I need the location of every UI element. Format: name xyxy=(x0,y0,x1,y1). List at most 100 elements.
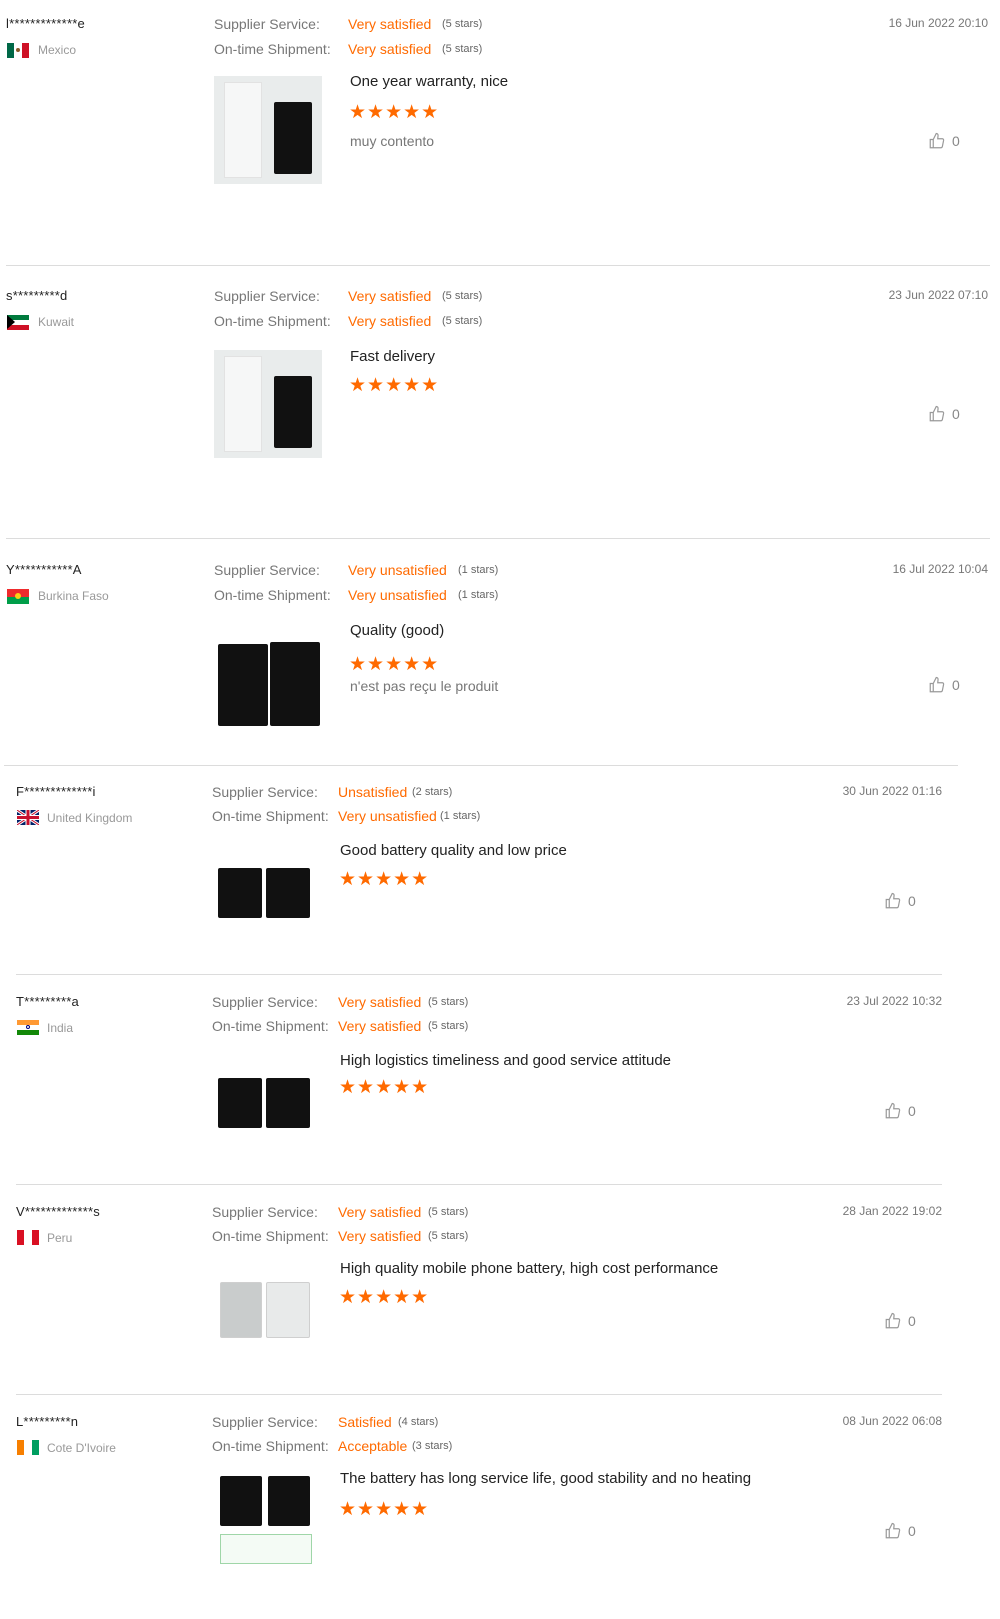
ontime-shipment-value: Very satisfied xyxy=(348,313,432,329)
star-rating: ★★★★★ xyxy=(349,102,440,123)
review-date: 23 Jun 2022 07:10 xyxy=(888,288,988,302)
review-title: High quality mobile phone battery, high … xyxy=(340,1260,719,1277)
thumbs-up-icon xyxy=(885,1312,901,1329)
flag-kuwait-icon xyxy=(7,315,29,330)
review-photo[interactable] xyxy=(214,624,322,732)
supplier-service-label: Supplier Service: xyxy=(212,1414,318,1430)
supplier-service-stars: (1 stars) xyxy=(458,564,499,576)
flag-united-kingdom-icon xyxy=(17,810,39,825)
supplier-service-value: Very satisfied xyxy=(348,16,432,32)
thumbs-up-icon xyxy=(929,132,945,149)
review-date: 16 Jul 2022 10:04 xyxy=(892,562,988,576)
supplier-service-value: Very unsatisfied xyxy=(348,562,447,578)
reviewer-name: Y***********A xyxy=(6,562,82,577)
review-date: 08 Jun 2022 06:08 xyxy=(842,1414,942,1428)
star-rating: ★★★★★ xyxy=(339,1287,430,1308)
supplier-service-label: Supplier Service: xyxy=(214,562,320,578)
supplier-service-label: Supplier Service: xyxy=(214,16,320,32)
flag-peru-icon xyxy=(17,1230,39,1245)
ontime-shipment-stars: (5 stars) xyxy=(428,1020,469,1032)
ontime-shipment-value: Acceptable xyxy=(338,1438,408,1454)
reviewer-country: India xyxy=(47,1021,74,1035)
review-date: 16 Jun 2022 20:10 xyxy=(888,16,988,30)
review-title: Good battery quality and low price xyxy=(340,842,567,859)
supplier-service-label: Supplier Service: xyxy=(212,1204,318,1220)
review-divider xyxy=(16,1184,942,1185)
review-photo[interactable] xyxy=(216,1076,312,1130)
review-divider xyxy=(4,765,958,766)
thumbs-up-icon xyxy=(885,1102,901,1119)
star-rating: ★★★★★ xyxy=(349,654,440,675)
like-count: 0 xyxy=(952,406,960,422)
review-title: The battery has long service life, good … xyxy=(340,1470,752,1487)
review-title: One year warranty, nice xyxy=(350,73,509,90)
flag-cote-divoire-icon xyxy=(17,1440,39,1455)
star-rating: ★★★★★ xyxy=(349,375,440,396)
like-button[interactable]: 0 xyxy=(884,1102,916,1120)
ontime-shipment-stars: (1 stars) xyxy=(458,589,499,601)
reviewer-country: United Kingdom xyxy=(47,811,133,825)
review-date: 30 Jun 2022 01:16 xyxy=(842,784,942,798)
ontime-shipment-value: Very satisfied xyxy=(348,41,432,57)
like-button[interactable]: 0 xyxy=(928,405,960,423)
like-count: 0 xyxy=(908,1523,916,1539)
reviewer-name: T*********a xyxy=(16,994,79,1009)
review-photo[interactable] xyxy=(216,866,312,920)
review-photo[interactable] xyxy=(214,76,322,184)
review-item: l*************e Mexico Supplier Service:… xyxy=(0,0,1000,270)
supplier-service-label: Supplier Service: xyxy=(212,784,318,800)
ontime-shipment-stars: (3 stars) xyxy=(412,1440,453,1452)
ontime-shipment-value: Very unsatisfied xyxy=(338,808,437,824)
like-button[interactable]: 0 xyxy=(884,1312,916,1330)
review-item: F*************i United Kingdom Supplier … xyxy=(0,770,1000,980)
star-rating: ★★★★★ xyxy=(339,1077,430,1098)
ontime-shipment-stars: (1 stars) xyxy=(440,810,481,822)
review-photo[interactable] xyxy=(216,1278,312,1342)
like-count: 0 xyxy=(952,133,960,149)
ontime-shipment-label: On-time Shipment: xyxy=(214,313,331,329)
star-rating: ★★★★★ xyxy=(339,869,430,890)
review-divider xyxy=(6,265,990,266)
reviewer-name: L*********n xyxy=(16,1414,79,1429)
reviewer-name: V*************s xyxy=(16,1204,100,1219)
ontime-shipment-label: On-time Shipment: xyxy=(212,1228,329,1244)
like-button[interactable]: 0 xyxy=(928,676,960,694)
thumbs-up-icon xyxy=(885,1522,901,1539)
supplier-service-stars: (5 stars) xyxy=(428,1206,469,1218)
ontime-shipment-stars: (5 stars) xyxy=(442,43,483,55)
like-count: 0 xyxy=(908,893,916,909)
flag-burkina-faso-icon xyxy=(7,589,29,604)
reviewer-country: Burkina Faso xyxy=(38,589,109,603)
like-count: 0 xyxy=(952,677,960,693)
like-button[interactable]: 0 xyxy=(884,892,916,910)
reviewer-country: Cote D'Ivoire xyxy=(47,1441,116,1455)
supplier-service-stars: (4 stars) xyxy=(398,1416,439,1428)
ontime-shipment-label: On-time Shipment: xyxy=(214,41,331,57)
reviewer-country: Mexico xyxy=(38,43,77,57)
like-button[interactable]: 0 xyxy=(884,1522,916,1540)
review-date: 23 Jul 2022 10:32 xyxy=(846,994,942,1008)
review-date: 28 Jan 2022 19:02 xyxy=(842,1204,942,1218)
review-comment: muy contento xyxy=(350,133,435,149)
thumbs-up-icon xyxy=(885,892,901,909)
ontime-shipment-label: On-time Shipment: xyxy=(214,587,331,603)
ontime-shipment-label: On-time Shipment: xyxy=(212,808,329,824)
like-count: 0 xyxy=(908,1103,916,1119)
review-item: Y***********A Burkina Faso Supplier Serv… xyxy=(0,546,1000,766)
thumbs-up-icon xyxy=(929,405,945,422)
reviewer-name: l*************e xyxy=(6,16,85,31)
review-photo[interactable] xyxy=(214,1472,314,1568)
supplier-service-stars: (5 stars) xyxy=(442,18,483,30)
supplier-service-value: Very satisfied xyxy=(338,994,422,1010)
ontime-shipment-stars: (5 stars) xyxy=(442,315,483,327)
supplier-service-value: Satisfied xyxy=(338,1414,392,1430)
supplier-service-value: Unsatisfied xyxy=(338,784,408,800)
supplier-service-stars: (5 stars) xyxy=(442,290,483,302)
like-button[interactable]: 0 xyxy=(928,132,960,150)
review-photo[interactable] xyxy=(214,350,322,458)
ontime-shipment-value: Very unsatisfied xyxy=(348,587,447,603)
review-title: High logistics timeliness and good servi… xyxy=(340,1052,672,1069)
ontime-shipment-label: On-time Shipment: xyxy=(212,1018,329,1034)
ontime-shipment-label: On-time Shipment: xyxy=(212,1438,329,1454)
review-title: Quality (good) xyxy=(350,622,445,639)
